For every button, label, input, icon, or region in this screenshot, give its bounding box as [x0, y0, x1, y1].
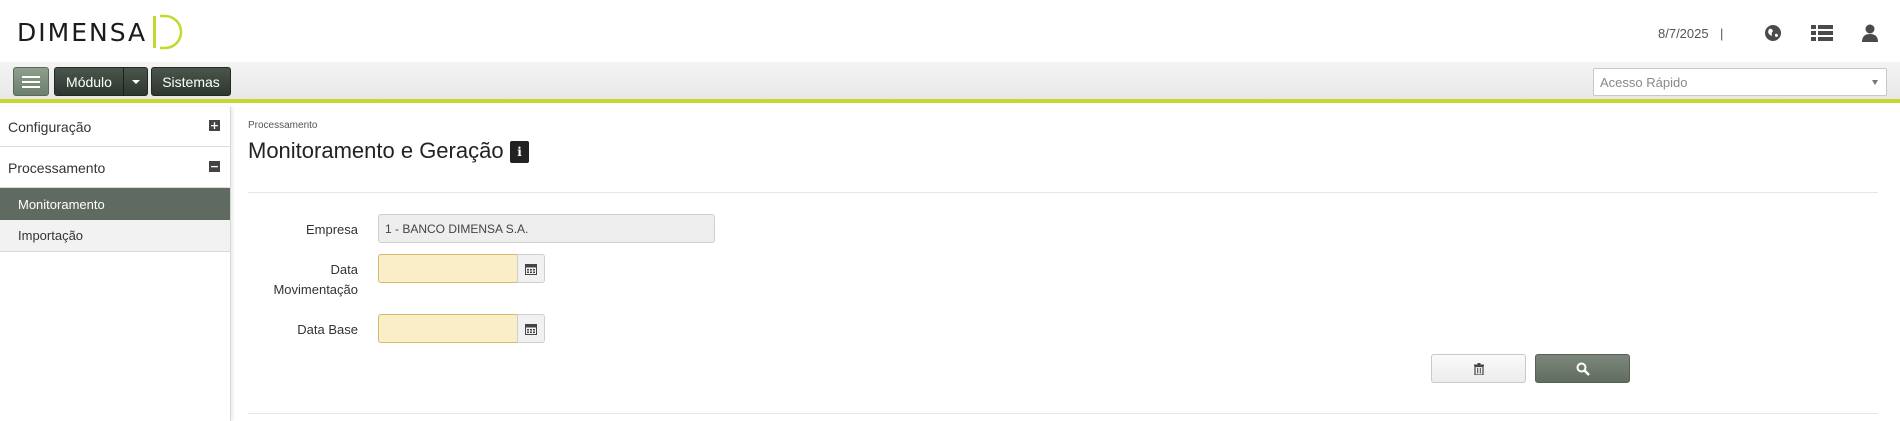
data-base-calendar-button[interactable]: [517, 314, 545, 343]
data-movimentacao-input[interactable]: [378, 254, 518, 283]
user-icon[interactable]: [1859, 22, 1881, 44]
hamburger-menu-button[interactable]: [13, 67, 49, 96]
caret-down-icon: [131, 79, 140, 84]
logo-mark-icon: [153, 14, 183, 50]
page-title: Monitoramento e Geração: [248, 138, 504, 163]
list-icon[interactable]: [1811, 22, 1833, 44]
breadcrumb[interactable]: Processamento: [248, 120, 317, 131]
header-separator: |: [1720, 26, 1724, 41]
sidebar-group-label: Configuração: [8, 118, 92, 135]
data-movimentacao-calendar-button[interactable]: [517, 254, 545, 283]
calendar-icon: [525, 263, 537, 275]
quick-access-select[interactable]: Acesso Rápido: [1593, 68, 1887, 96]
search-button[interactable]: [1535, 354, 1630, 383]
sidebar-item-monitoramento[interactable]: Monitoramento: [0, 188, 230, 220]
search-icon: [1576, 362, 1590, 376]
hamburger-icon: [22, 75, 40, 78]
modulo-button[interactable]: Módulo: [54, 67, 124, 96]
chevron-down-icon: [1872, 80, 1878, 85]
modulo-dropdown-button[interactable]: [123, 67, 148, 96]
current-date: 8/7/2025: [1658, 26, 1709, 41]
sidebar: Configuração + Processamento − Monitoram…: [0, 107, 231, 421]
logo-text: DIMENSA: [17, 17, 148, 47]
sidebar-group-configuracao[interactable]: Configuração +: [0, 107, 230, 147]
empresa-label: Empresa: [305, 222, 358, 237]
top-header: DIMENSA 8/7/2025 |: [0, 0, 1900, 62]
info-icon[interactable]: i: [510, 141, 529, 163]
sidebar-group-label: Processamento: [8, 159, 106, 176]
hamburger-icon-line: [22, 80, 40, 83]
globe-icon[interactable]: [1762, 22, 1784, 44]
calendar-icon: [525, 323, 537, 335]
sistemas-button[interactable]: Sistemas: [151, 67, 231, 96]
dimensa-logo[interactable]: DIMENSA: [17, 14, 183, 50]
hamburger-icon-line: [22, 85, 40, 88]
expand-icon[interactable]: +: [209, 120, 220, 131]
data-movimentacao-label-line1: Data: [330, 262, 358, 277]
trash-icon: [1473, 362, 1484, 375]
sidebar-group-processamento[interactable]: Processamento −: [0, 148, 230, 188]
empresa-field: 1 - BANCO DIMENSA S.A.: [378, 214, 715, 243]
divider: [248, 192, 1878, 193]
sidebar-item-importacao[interactable]: Importação: [0, 220, 230, 252]
divider-bottom: [248, 413, 1878, 414]
data-base-input[interactable]: [378, 314, 518, 343]
data-base-label: Data Base: [297, 322, 358, 337]
quick-access-placeholder: Acesso Rápido: [1600, 74, 1688, 90]
collapse-icon[interactable]: −: [209, 161, 220, 172]
main-toolbar: Módulo Sistemas Acesso Rápido: [0, 62, 1900, 103]
clear-button[interactable]: [1431, 354, 1526, 383]
data-movimentacao-label-line2: Movimentação: [273, 282, 358, 297]
